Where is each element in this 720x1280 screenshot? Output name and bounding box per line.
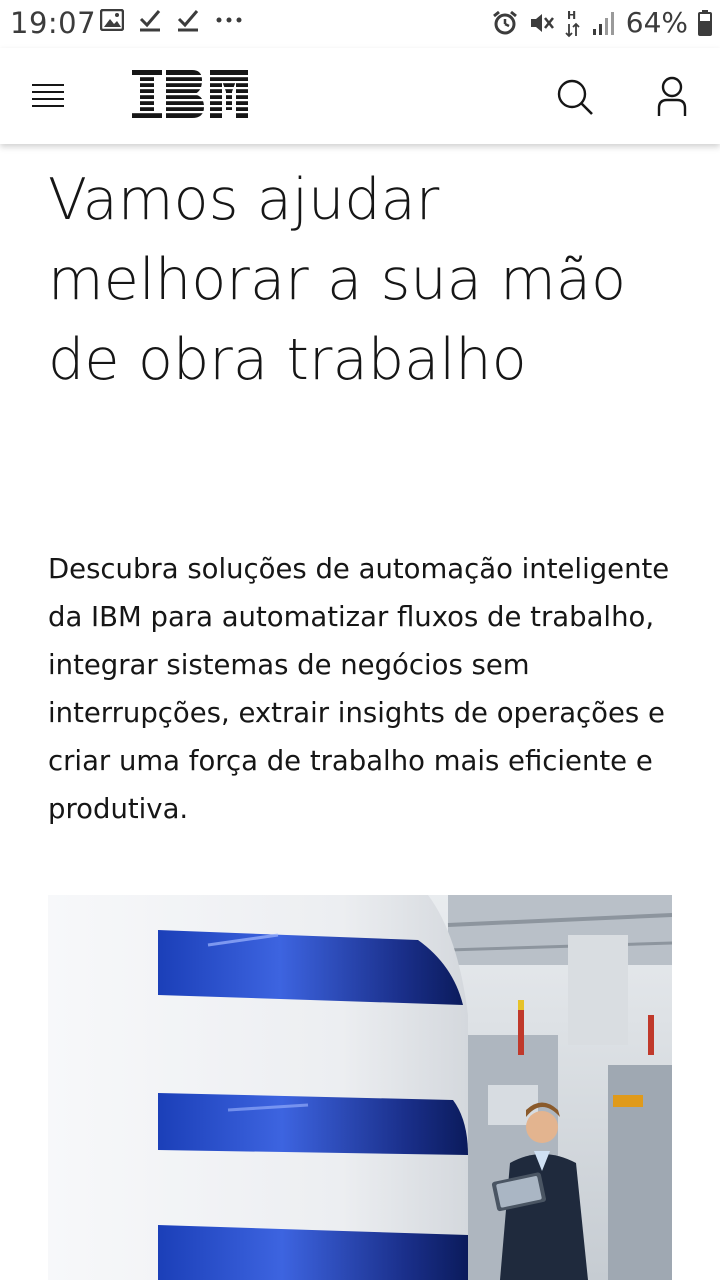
hamburger-menu-icon <box>32 84 64 107</box>
status-bar: 19:07 H 64% <box>0 0 720 48</box>
signal-icon <box>592 11 614 35</box>
battery-icon <box>698 9 712 36</box>
network-h-icon: H <box>565 9 580 37</box>
svg-text:H: H <box>567 9 576 22</box>
notification-icons <box>100 8 244 32</box>
user-profile-button[interactable] <box>652 76 692 118</box>
hero-image <box>48 895 672 1280</box>
system-icons: H 64% <box>492 6 712 39</box>
more-dots-icon <box>216 17 242 23</box>
user-icon <box>657 76 687 116</box>
image-icon <box>100 9 124 31</box>
check-icon <box>177 10 199 32</box>
hamburger-menu-button[interactable] <box>30 82 66 110</box>
check-icon <box>139 10 161 32</box>
alarm-icon <box>492 10 517 34</box>
vibrate-icon <box>530 13 554 32</box>
search-icon <box>557 79 593 115</box>
site-header <box>0 48 720 144</box>
status-time: 19:07 <box>10 6 97 40</box>
ibm-logo-link[interactable] <box>130 70 250 124</box>
hero-headline: Vamos ajudar melhorar a sua mão de obra … <box>48 167 627 393</box>
hero-description: Descubra soluções de automação inteligen… <box>48 553 670 825</box>
search-button[interactable] <box>556 78 594 116</box>
ibm-logo <box>132 70 248 118</box>
battery-percent: 64% <box>625 6 688 39</box>
